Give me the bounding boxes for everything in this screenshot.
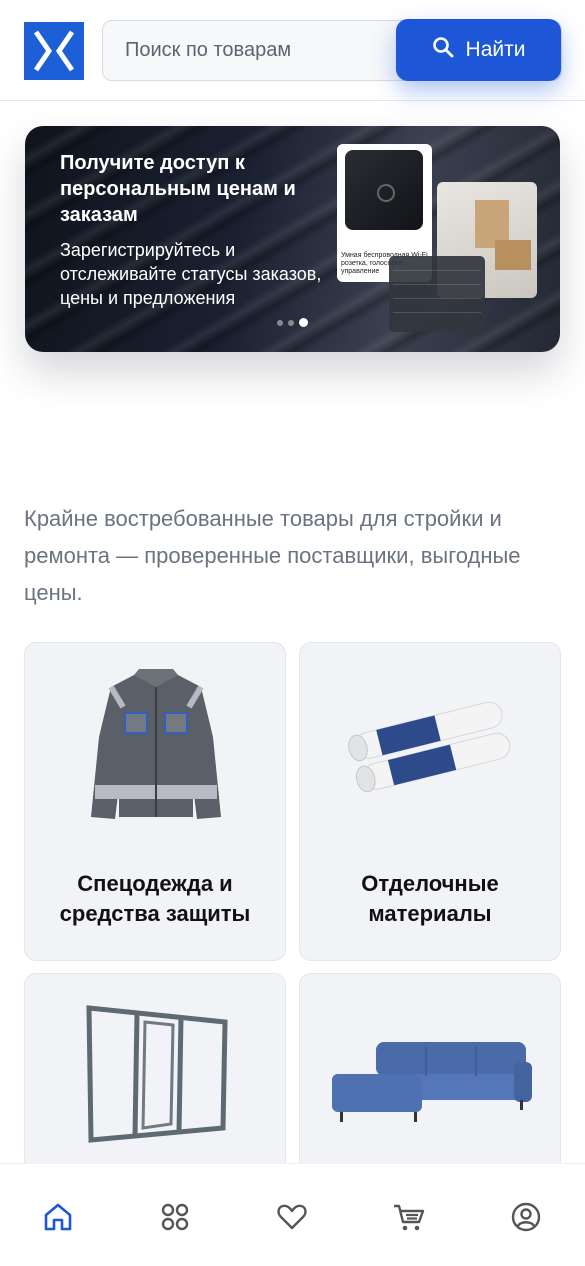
- category-label: Отделочные материалы: [361, 871, 499, 926]
- bottom-navigation: [0, 1163, 585, 1266]
- nav-home[interactable]: [41, 1200, 75, 1234]
- corner-sofa-image: [332, 1042, 532, 1122]
- search-input[interactable]: [125, 21, 385, 80]
- brand-logo-icon[interactable]: [24, 22, 84, 80]
- promo-banner[interactable]: Умная беспроводная Wi-Fi розетка, голосо…: [25, 126, 560, 352]
- carousel-dot[interactable]: [277, 319, 283, 326]
- category-label: Спецодежда и средства защиты: [59, 871, 251, 926]
- home-icon: [44, 1203, 72, 1231]
- section-description: Крайне востребованные товары для стройки…: [24, 506, 521, 605]
- category-card-finishing[interactable]: Отделочные материалы: [299, 642, 561, 961]
- search-icon: [432, 36, 454, 64]
- carousel-dot-active[interactable]: [299, 318, 308, 327]
- search-button[interactable]: Найти: [396, 19, 561, 81]
- heart-icon: [277, 1204, 307, 1230]
- banner-title: Получите доступ к персональным ценам и з…: [60, 152, 296, 226]
- window-frame-image: [86, 1005, 228, 1143]
- profile-icon: [511, 1202, 541, 1232]
- catalog-grid-icon: [161, 1203, 189, 1231]
- carousel-dots: [277, 318, 308, 327]
- category-card-workwear[interactable]: Спецодежда и средства защиты: [24, 642, 286, 961]
- nav-catalog[interactable]: [158, 1200, 192, 1234]
- banner-price-list-image: [389, 256, 485, 332]
- carousel-dot[interactable]: [288, 319, 294, 326]
- banner-text: Зарегистрируйтесь и отслеживайте статусы…: [60, 240, 322, 308]
- nav-profile[interactable]: [509, 1200, 543, 1234]
- nav-cart[interactable]: [392, 1200, 426, 1234]
- cart-icon: [394, 1204, 425, 1231]
- search-button-label: Найти: [465, 38, 526, 61]
- wallpaper-rolls-image: [348, 701, 511, 793]
- header: Найти: [0, 0, 585, 101]
- workwear-jacket-image: [91, 669, 221, 819]
- nav-favorites[interactable]: [275, 1200, 309, 1234]
